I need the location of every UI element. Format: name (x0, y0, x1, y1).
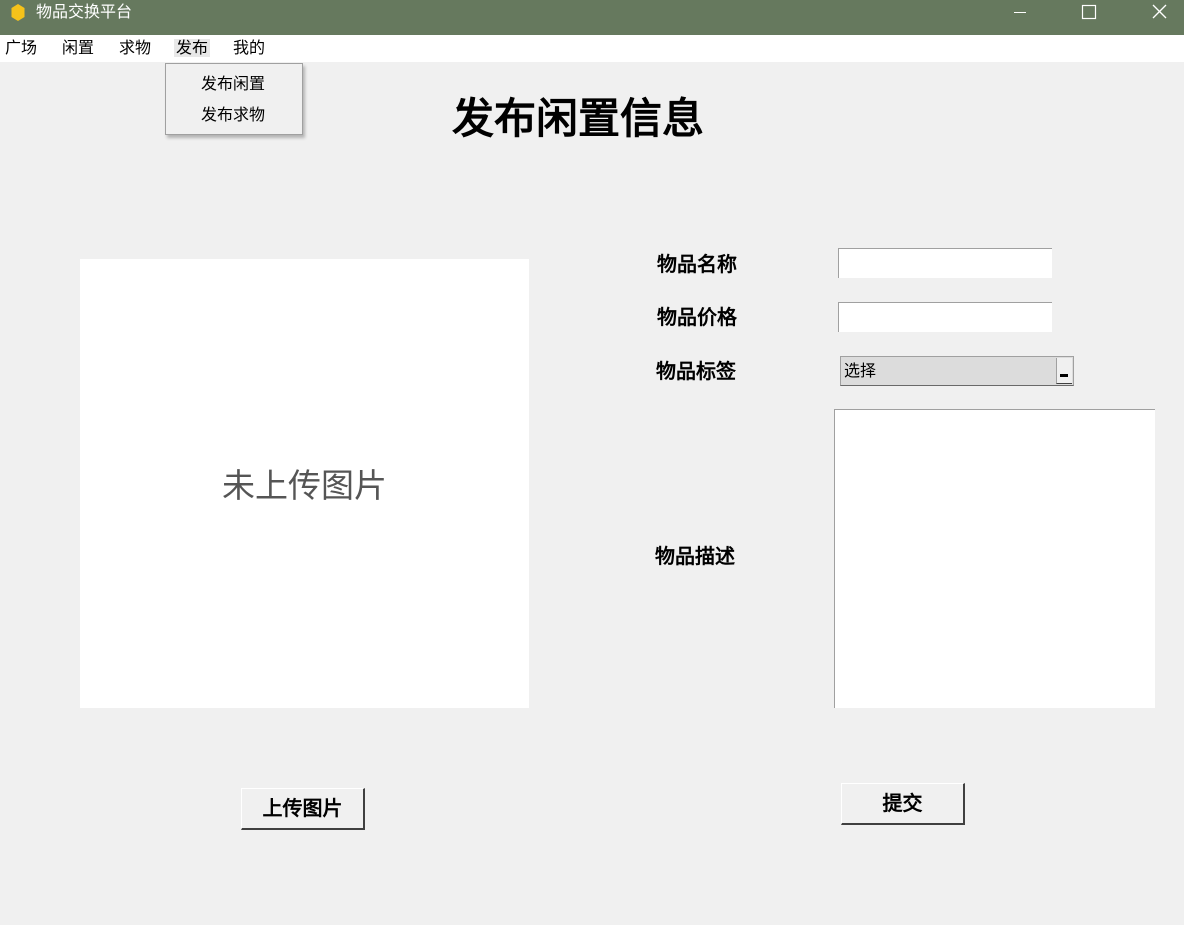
item-name-input[interactable] (838, 248, 1052, 278)
title-bar: 物品交换平台 (0, 0, 1184, 35)
maximize-button[interactable] (1066, 0, 1112, 24)
item-tag-label: 物品标签 (656, 359, 736, 383)
minimize-icon (1014, 12, 1026, 13)
item-name-label: 物品名称 (657, 252, 737, 276)
menu-item-wanted[interactable]: 求物 (117, 39, 153, 57)
window-title: 物品交换平台 (36, 2, 133, 21)
item-tag-selected-value: 选择 (844, 361, 877, 380)
chevron-down-icon (1060, 374, 1068, 377)
upload-image-button[interactable]: 上传图片 (241, 788, 365, 830)
submit-button[interactable]: 提交 (841, 783, 965, 825)
publish-dropdown-menu: 发布闲置 发布求物 (165, 63, 303, 135)
dropdown-item-publish-idle[interactable]: 发布闲置 (201, 75, 265, 93)
item-price-input[interactable] (838, 302, 1052, 332)
page-title: 发布闲置信息 (452, 94, 705, 143)
image-preview: 未上传图片 (80, 259, 529, 708)
image-placeholder-text: 未上传图片 (222, 466, 387, 505)
menu-bar: 广场 闲置 求物 发布 我的 (0, 35, 1184, 62)
menu-item-idle[interactable]: 闲置 (60, 39, 96, 57)
menu-item-publish[interactable]: 发布 (174, 39, 211, 57)
item-description-label: 物品描述 (655, 544, 735, 568)
minimize-button[interactable] (997, 0, 1043, 24)
item-description-textarea[interactable] (834, 409, 1155, 708)
close-icon (1152, 4, 1167, 19)
menu-item-square[interactable]: 广场 (3, 39, 39, 57)
dropdown-item-publish-wanted[interactable]: 发布求物 (201, 106, 265, 124)
dropdown-arrow-button[interactable] (1056, 358, 1072, 384)
item-tag-select[interactable]: 选择 (840, 356, 1074, 386)
maximize-icon (1081, 4, 1097, 20)
close-button[interactable] (1136, 0, 1182, 24)
menu-item-mine[interactable]: 我的 (231, 39, 267, 57)
item-price-label: 物品价格 (657, 305, 737, 329)
app-hexagon-icon (11, 4, 25, 21)
